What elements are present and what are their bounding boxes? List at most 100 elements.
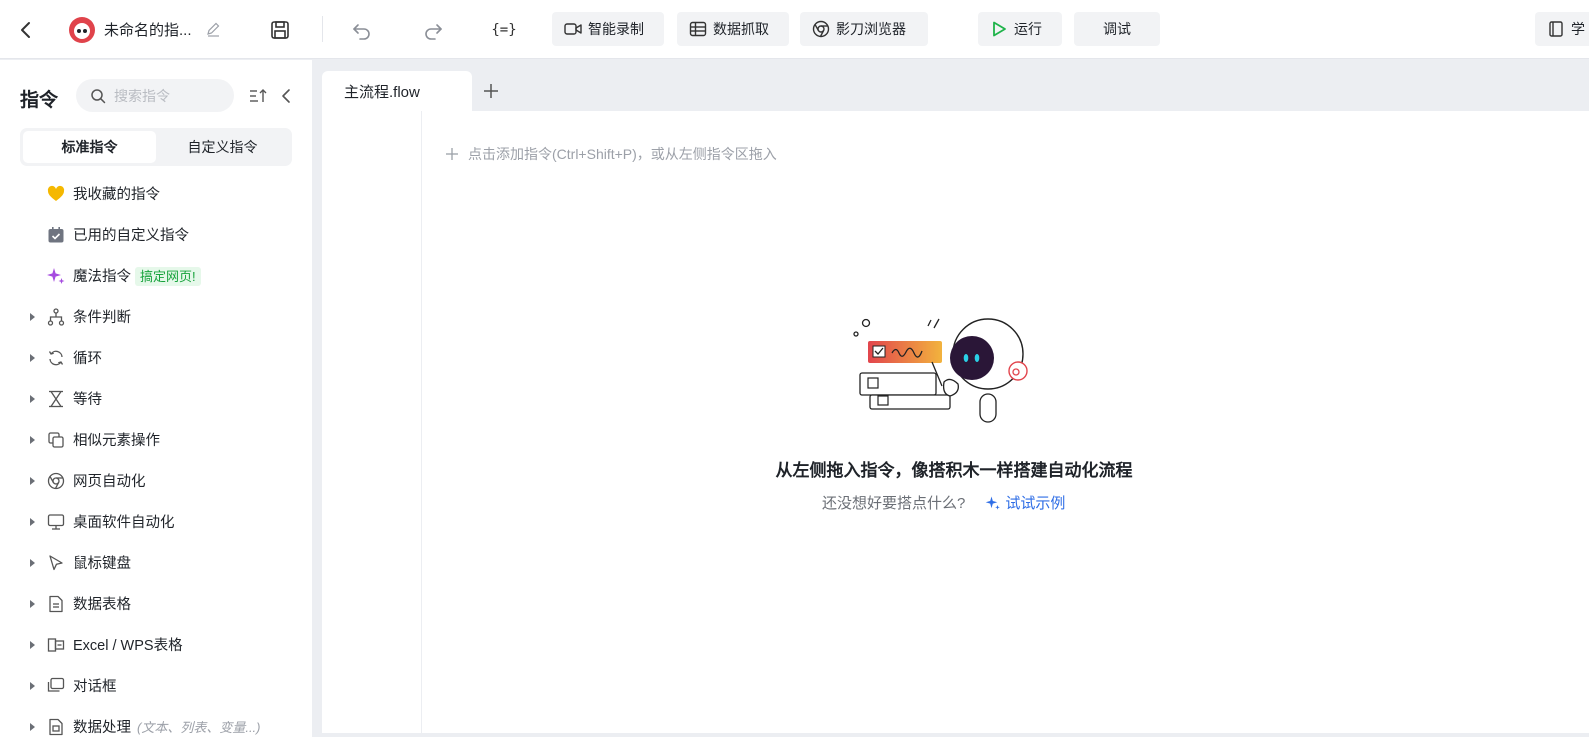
caret-right-icon[interactable]: [27, 435, 37, 445]
caret-right-icon[interactable]: [27, 312, 37, 322]
sidebar-item-mouse-keyboard[interactable]: 鼠标键盘: [0, 542, 312, 583]
sidebar-item-label: 条件判断: [73, 310, 131, 326]
calendar-check-icon: [46, 225, 66, 245]
debug-button[interactable]: 调试: [1074, 12, 1160, 46]
save-icon[interactable]: [268, 18, 292, 42]
play-icon: [990, 20, 1008, 38]
sidebar-item-web-automation[interactable]: 网页自动化: [0, 460, 312, 501]
sidebar-item-hint: (文本、列表、变量...): [137, 720, 261, 735]
collapse-sidebar-icon[interactable]: [278, 86, 294, 106]
search-input[interactable]: [114, 87, 224, 104]
sparkle-icon: [46, 266, 66, 286]
tab-standard-commands[interactable]: 标准指令: [23, 131, 156, 163]
book-icon: [1547, 20, 1565, 38]
sidebar-item-used-custom[interactable]: 已用的自定义指令: [0, 214, 312, 255]
data-grab-button[interactable]: 数据抓取: [677, 12, 789, 46]
caret-right-icon[interactable]: [27, 517, 37, 527]
sidebar-item-favorites[interactable]: 我收藏的指令: [0, 173, 312, 214]
sidebar-item-desktop-automation[interactable]: 桌面软件自动化: [0, 501, 312, 542]
caret-right-icon[interactable]: [27, 476, 37, 486]
command-tree: 我收藏的指令 已用的自定义指令 魔法指令 搞定网页! 条件判断 循环 等待 相似…: [0, 173, 312, 737]
toolbar: 未命名的指... {=} 智能录制 数据抓取 影刀浏览器 运行 调试 学: [0, 0, 1589, 59]
debug-label: 调试: [1103, 21, 1131, 37]
try-example-link[interactable]: 试试示例: [985, 492, 1065, 513]
sidebar-item-wait[interactable]: 等待: [0, 378, 312, 419]
heart-icon: [46, 184, 66, 204]
run-label: 运行: [1014, 21, 1042, 37]
loop-icon: [46, 348, 66, 368]
learn-button[interactable]: 学: [1535, 12, 1589, 46]
chrome-icon: [46, 471, 66, 491]
robot-illustration: [852, 316, 1042, 436]
search-icon: [90, 88, 106, 104]
sidebar-item-loop[interactable]: 循环: [0, 337, 312, 378]
caret-right-icon[interactable]: [27, 558, 37, 568]
hourglass-icon: [46, 389, 66, 409]
tab-main-flow[interactable]: 主流程.flow: [322, 71, 472, 111]
sidebar-item-label: 魔法指令: [73, 269, 131, 285]
sidebar-title: 指令: [20, 90, 59, 111]
sidebar-item-label: 循环: [73, 351, 102, 367]
back-arrow-icon[interactable]: [14, 18, 38, 42]
sidebar-item-data-table[interactable]: 数据表格: [0, 583, 312, 624]
add-command-hint[interactable]: 点击添加指令(Ctrl+Shift+P)，或从左侧指令区拖入: [444, 144, 777, 164]
run-button[interactable]: 运行: [978, 12, 1062, 46]
excel-icon: [46, 635, 66, 655]
tab-custom-commands[interactable]: 自定义指令: [156, 131, 289, 163]
plus-icon: [444, 146, 460, 162]
redo-icon[interactable]: [421, 18, 445, 42]
caret-right-icon[interactable]: [27, 640, 37, 650]
sidebar-item-label: 桌面软件自动化: [73, 515, 175, 531]
toolbar-divider: [322, 16, 323, 42]
sidebar-item-label: 数据处理: [73, 720, 131, 736]
monitor-icon: [46, 512, 66, 532]
sidebar-item-condition[interactable]: 条件判断: [0, 296, 312, 337]
sidebar-item-magic[interactable]: 魔法指令 搞定网页!: [0, 255, 312, 296]
try-example-label: 试试示例: [1005, 495, 1066, 512]
caret-right-icon[interactable]: [27, 394, 37, 404]
command-type-switch: 标准指令 自定义指令: [20, 128, 292, 166]
sidebar-item-data-processing[interactable]: 数据处理 (文本、列表、变量...): [0, 706, 312, 737]
video-camera-icon: [564, 20, 582, 38]
sidebar-item-label-group: 魔法指令 搞定网页!: [73, 265, 201, 286]
document-icon: [46, 594, 66, 614]
caret-right-icon[interactable]: [27, 681, 37, 691]
smart-record-button[interactable]: 智能录制: [552, 12, 664, 46]
sidebar-item-label: 等待: [73, 392, 102, 408]
sidebar-item-label: Excel / WPS表格: [73, 638, 183, 654]
smart-record-label: 智能录制: [588, 21, 644, 37]
sidebar-item-label: 数据表格: [73, 597, 131, 613]
line-gutter: [322, 111, 422, 733]
app-logo-icon: [68, 16, 96, 44]
sidebar-item-dialog[interactable]: 对话框: [0, 665, 312, 706]
caret-right-icon[interactable]: [27, 353, 37, 363]
browser-label: 影刀浏览器: [836, 21, 906, 37]
chrome-icon: [812, 20, 830, 38]
sidebar-item-label-group: 数据处理 (文本、列表、变量...): [73, 716, 261, 737]
caret-right-icon[interactable]: [27, 722, 37, 732]
app-title[interactable]: 未命名的指...: [104, 19, 192, 40]
caret-right-icon[interactable]: [27, 599, 37, 609]
sidebar-item-similar-elements[interactable]: 相似元素操作: [0, 419, 312, 460]
branch-icon: [46, 307, 66, 327]
cursor-icon: [46, 553, 66, 573]
undo-icon[interactable]: [350, 18, 374, 42]
add-tab-icon[interactable]: [478, 78, 504, 104]
magic-badge: 搞定网页!: [135, 267, 201, 286]
table-icon: [689, 20, 707, 38]
data-icon: [46, 717, 66, 737]
sidebar-item-label: 网页自动化: [73, 474, 146, 490]
data-grab-label: 数据抓取: [713, 21, 769, 37]
dialog-icon: [46, 676, 66, 696]
flow-canvas[interactable]: 点击添加指令(Ctrl+Shift+P)，或从左侧指令区拖入 从左侧拖入指令，像…: [322, 111, 1589, 733]
edit-icon[interactable]: [204, 20, 222, 38]
command-search[interactable]: [76, 79, 234, 112]
add-command-hint-text: 点击添加指令(Ctrl+Shift+P)，或从左侧指令区拖入: [468, 146, 777, 162]
learn-label: 学: [1571, 21, 1585, 37]
variables-button[interactable]: {=}: [490, 17, 518, 43]
sidebar-item-excel[interactable]: Excel / WPS表格: [0, 624, 312, 665]
browser-button[interactable]: 影刀浏览器: [800, 12, 928, 46]
sidebar-item-label: 鼠标键盘: [73, 556, 131, 572]
sidebar-item-label: 对话框: [73, 679, 117, 695]
sort-icon[interactable]: [248, 86, 268, 106]
